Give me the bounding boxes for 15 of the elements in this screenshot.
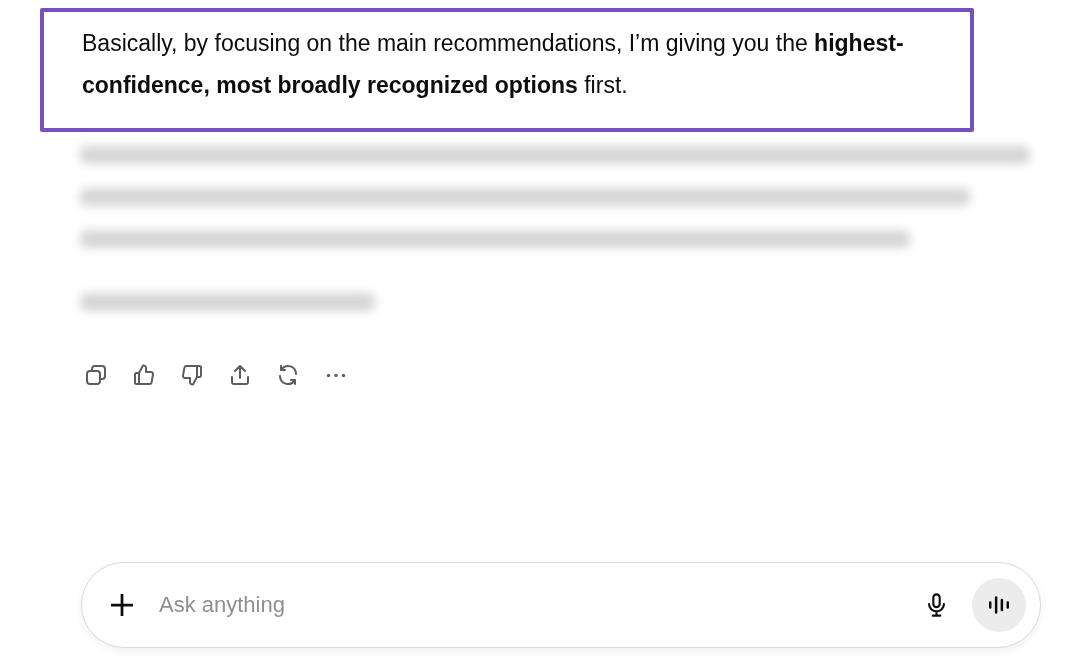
voice-mode-button[interactable]	[972, 578, 1026, 632]
add-button[interactable]	[109, 592, 135, 618]
message-paragraph: Basically, by focusing on the main recommendations, I’m giving you the highest-confidence, most broadly recognized options first.	[40, 8, 974, 132]
composer-field[interactable]: Ask anything	[81, 562, 1041, 648]
dictate-button[interactable]	[926, 591, 947, 619]
thumbs-up-icon	[132, 363, 156, 387]
thumbs-down-icon	[180, 363, 204, 387]
sound-wave-icon	[989, 596, 1009, 614]
more-icon	[326, 372, 346, 378]
plus-icon	[111, 594, 133, 616]
regenerate-icon	[276, 363, 300, 387]
microphone-icon	[928, 593, 945, 617]
share-icon	[228, 363, 252, 387]
message-input[interactable]: Ask anything	[159, 588, 926, 622]
copy-icon	[84, 363, 108, 387]
